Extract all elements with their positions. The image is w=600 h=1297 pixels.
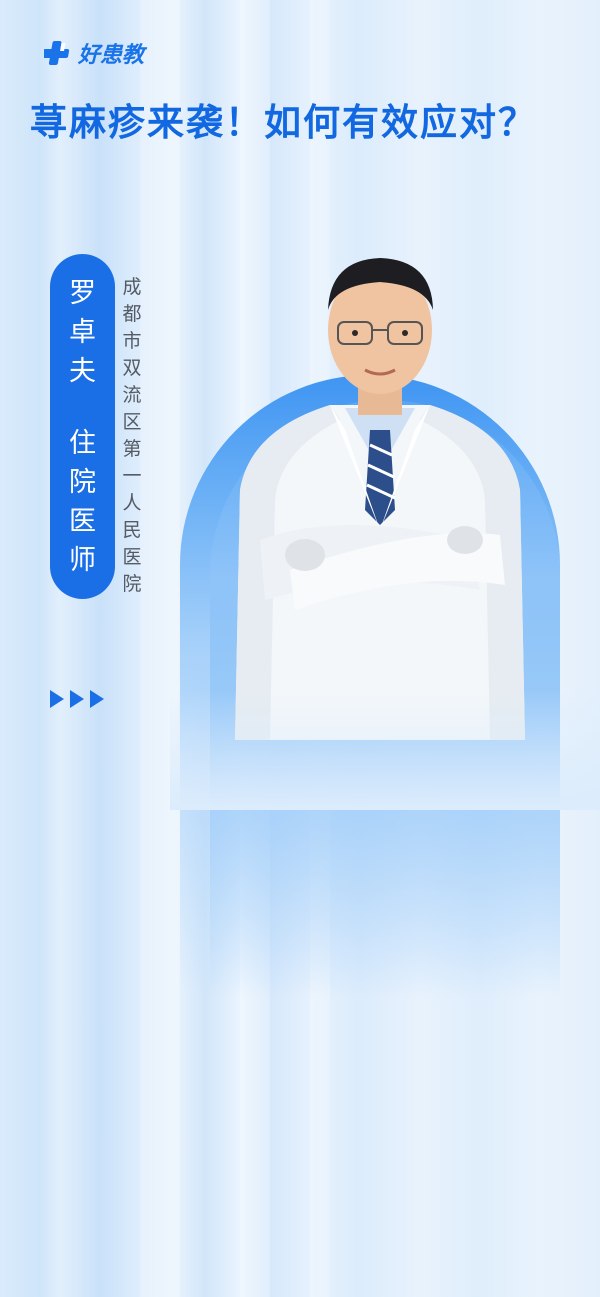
arrow-right-icon — [70, 690, 84, 708]
arrow-right-icon — [90, 690, 104, 708]
doctor-portrait — [220, 240, 540, 740]
arrow-indicator — [50, 690, 104, 708]
brand-name: 好患教 — [78, 43, 145, 68]
doctor-name: 罗卓夫 — [69, 278, 96, 387]
page-title: 荨麻疹来袭！如何有效应对？ — [30, 101, 537, 144]
brand-logo: 好患教 — [42, 38, 145, 68]
logo-cross-icon — [42, 40, 74, 66]
doctor-hospital: 成都市双流区第一人民医院 — [122, 276, 142, 595]
arrow-right-icon — [50, 690, 64, 708]
doctor-badge: 罗卓夫 住院医师 — [50, 254, 115, 599]
portrait-fade — [170, 690, 600, 810]
background-stripe — [140, 0, 180, 1297]
doctor-role: 住院医师 — [69, 428, 96, 576]
